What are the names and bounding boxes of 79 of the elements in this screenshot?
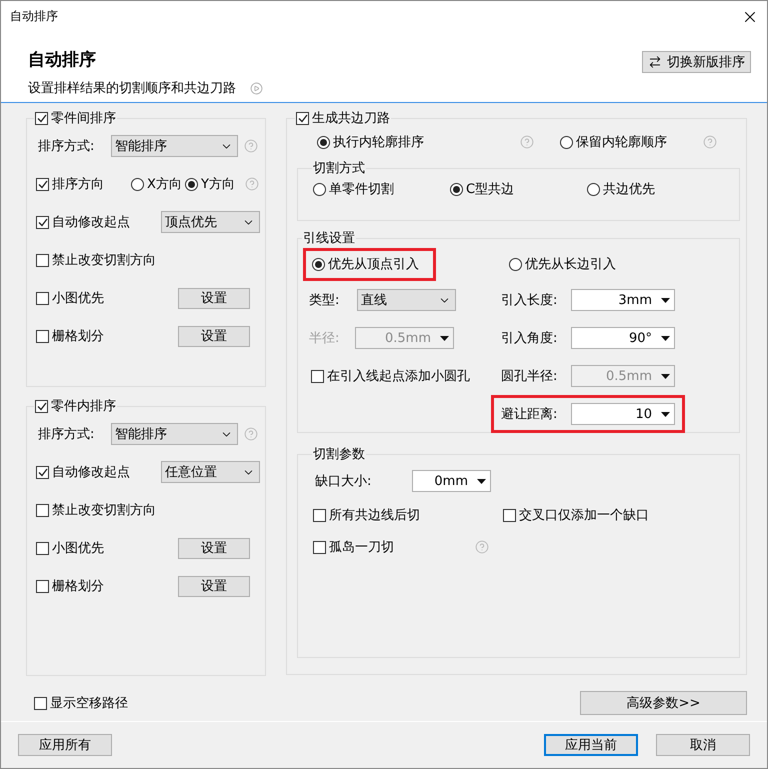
radio-button[interactable]: X方向	[131, 175, 185, 193]
radio-button[interactable]: Y方向	[185, 175, 239, 193]
radio-button[interactable]: C型共边	[450, 180, 587, 198]
dropdown-arrow-icon	[476, 478, 486, 484]
apply-button[interactable]: 应用当前	[544, 734, 638, 756]
checkbox[interactable]: 栅格划分	[36, 577, 178, 595]
checkbox[interactable]: 小图优先	[36, 539, 178, 557]
help-icon[interactable]	[245, 177, 259, 191]
field-label: 半径:	[309, 330, 340, 347]
checkbox[interactable]: 生成共边刀路	[296, 109, 390, 127]
checkbox[interactable]: 禁止改变切割方向	[36, 501, 156, 519]
dropdown[interactable]: 任意位置	[161, 461, 260, 483]
checkmark-icon	[298, 114, 308, 122]
group-title: 引线设置	[302, 230, 356, 247]
help-icon[interactable]	[520, 135, 534, 149]
radio-button[interactable]: 单零件切割	[313, 180, 450, 198]
checkmark-icon	[36, 402, 46, 410]
combo-field[interactable]: 90°	[571, 327, 675, 349]
checkbox[interactable]: 交叉口仅添加一个缺口	[503, 506, 649, 524]
checkbox[interactable]: 在引入线起点添加小圆孔	[311, 367, 470, 385]
advanced-button[interactable]: 高级参数>>	[580, 691, 747, 715]
combo-field[interactable]: 3mm	[571, 289, 675, 311]
apply-all-button[interactable]: 应用所有	[18, 734, 112, 756]
checkbox[interactable]: 栅格划分	[36, 327, 178, 345]
field-label: 避让距离:	[501, 406, 558, 423]
settings-button[interactable]: 设置	[178, 576, 250, 596]
checkmark-icon	[38, 180, 48, 188]
settings-button[interactable]: 设置	[178, 288, 250, 308]
dropdown[interactable]: 直线	[357, 289, 456, 311]
dropdown[interactable]: 顶点优先	[161, 211, 260, 233]
settings-button[interactable]: 设置	[178, 326, 250, 346]
dropdown-arrow-icon	[660, 374, 670, 378]
group-title: 切割参数	[312, 446, 366, 463]
help-icon[interactable]	[475, 540, 489, 554]
play-icon[interactable]	[250, 82, 263, 94]
group-title: 切割方式	[312, 160, 366, 177]
checkbox[interactable]: 自动修改起点	[36, 213, 161, 231]
checkbox[interactable]: 零件间排序	[35, 109, 116, 127]
dropdown-arrow-icon	[660, 412, 670, 416]
combo-field[interactable]: 10	[571, 403, 675, 425]
combo-field[interactable]: 0mm	[412, 470, 491, 492]
window-title: 自动排序	[10, 8, 58, 25]
cancel-button[interactable]: 取消	[656, 734, 750, 756]
checkmark-icon	[38, 468, 48, 476]
help-icon[interactable]	[244, 139, 258, 153]
checkbox[interactable]: 零件内排序	[35, 397, 116, 415]
subtitle: 设置排样结果的切割顺序和共边刀路	[28, 80, 236, 97]
field-label: 排序方式:	[37, 138, 96, 155]
checkbox[interactable]: 孤岛一刀切	[313, 538, 394, 556]
radio-button[interactable]: 优先从顶点引入	[312, 255, 419, 273]
field-label: 引入角度:	[501, 330, 558, 347]
dialog-heading: 自动排序	[28, 49, 97, 71]
field-label: 缺口大小:	[315, 473, 372, 490]
checkbox[interactable]: 排序方向	[36, 175, 131, 193]
field-label: 圆孔半径:	[501, 368, 558, 385]
help-icon[interactable]	[703, 135, 717, 149]
dropdown-arrow-icon	[440, 336, 448, 340]
checkmark-icon	[36, 114, 46, 122]
checkmark-icon	[38, 218, 48, 226]
dropdown-arrow-icon	[660, 336, 670, 340]
field-label: 引入长度:	[501, 292, 558, 309]
settings-button[interactable]: 设置	[178, 538, 250, 558]
dropdown-arrow-icon	[660, 298, 670, 302]
checkbox[interactable]: 显示空移路径	[34, 694, 128, 712]
field-label: 排序方式:	[37, 426, 96, 443]
field-label: 类型:	[309, 292, 340, 309]
radio-button[interactable]: 共边优先	[587, 180, 724, 198]
checkbox[interactable]: 禁止改变切割方向	[36, 251, 156, 269]
dropdown[interactable]: 智能排序	[111, 423, 238, 445]
checkbox[interactable]: 所有共边线后切	[313, 506, 420, 524]
checkbox[interactable]: 小图优先	[36, 289, 178, 307]
switch-button[interactable]: 切换新版排序	[642, 51, 751, 73]
help-icon[interactable]	[244, 427, 258, 441]
radio-button[interactable]: 优先从长边引入	[509, 255, 616, 273]
radio-button[interactable]: 执行内轮廓排序	[317, 133, 424, 151]
checkbox[interactable]: 自动修改起点	[36, 463, 161, 481]
radio-button[interactable]: 保留内轮廓顺序	[560, 133, 667, 151]
swap-arrows-icon	[648, 55, 662, 69]
dropdown[interactable]: 智能排序	[111, 135, 238, 157]
